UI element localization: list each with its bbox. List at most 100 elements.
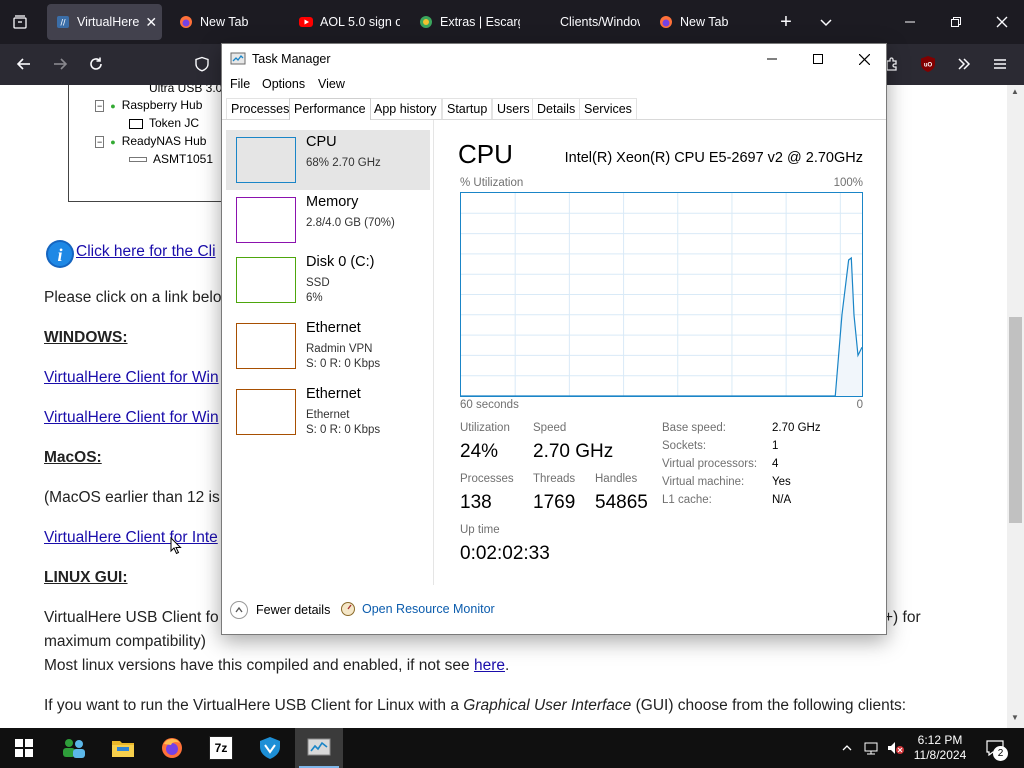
tab-users[interactable]: Users bbox=[492, 98, 535, 119]
tab-overview-icon[interactable] bbox=[8, 10, 32, 34]
sidebar-item-detail: 68% 2.70 GHz bbox=[306, 157, 381, 169]
linux-gui-heading: LINUX GUI: bbox=[44, 569, 128, 586]
clock-time: 6:12 PM bbox=[917, 733, 963, 747]
tab-performance[interactable]: Performance bbox=[289, 98, 371, 120]
uptime-label: Up time bbox=[460, 524, 500, 536]
back-arrow-icon[interactable] bbox=[12, 52, 36, 76]
scrollbar-thumb[interactable] bbox=[1009, 317, 1022, 523]
tree-item: Token JC bbox=[129, 116, 199, 130]
uptime-value: 0:02:02:33 bbox=[460, 543, 550, 564]
minimize-button[interactable] bbox=[749, 44, 795, 74]
ethernet-thumbnail bbox=[236, 323, 296, 369]
browser-tab[interactable]: Extras | Escarg bbox=[410, 4, 520, 40]
menu-view[interactable]: View bbox=[318, 77, 345, 91]
close-browser-button[interactable] bbox=[982, 0, 1022, 44]
browser-tab[interactable]: Clients/Windows · bbox=[530, 4, 640, 40]
task-manager-footer: Fewer details Open Resource Monitor bbox=[222, 596, 886, 634]
sidebar-item-detail: S: 0 R: 0 Kbps bbox=[306, 424, 381, 436]
panel-divider bbox=[433, 120, 434, 585]
shield-icon[interactable] bbox=[190, 52, 214, 76]
tree-item: Ultra USB 3.0 bbox=[149, 85, 223, 95]
processes-label: Processes bbox=[460, 473, 514, 485]
client-info-link[interactable]: Click here for the Cli bbox=[76, 243, 216, 261]
notification-count-badge: 2 bbox=[993, 746, 1008, 761]
browser-tab-label: VirtualHere bbox=[77, 15, 140, 29]
reload-icon[interactable] bbox=[84, 52, 108, 76]
browser-tab[interactable]: // VirtualHere ✕ bbox=[47, 4, 162, 40]
browser-tab[interactable]: New Tab bbox=[170, 4, 285, 40]
tray-overflow-chevron-icon[interactable] bbox=[838, 728, 856, 768]
speed-value: 2.70 GHz bbox=[533, 441, 614, 462]
people-icon[interactable] bbox=[50, 728, 98, 768]
tab-app-history[interactable]: App history bbox=[369, 98, 442, 119]
handles-value: 54865 bbox=[595, 492, 648, 513]
volume-muted-icon[interactable] bbox=[884, 728, 908, 768]
scroll-down-arrow-icon[interactable]: ▼ bbox=[1011, 713, 1019, 722]
restore-browser-button[interactable] bbox=[936, 0, 976, 44]
sidebar-item-detail: Radmin VPN bbox=[306, 343, 373, 355]
svg-text:i: i bbox=[57, 245, 62, 265]
close-button[interactable] bbox=[841, 44, 887, 74]
linux-text-line2: maximum compatibility) bbox=[44, 633, 206, 650]
macos-client-link[interactable]: VirtualHere Client for Inte bbox=[44, 529, 218, 547]
graph-x-left-label: 60 seconds bbox=[460, 399, 519, 411]
new-tab-plus-icon[interactable]: + bbox=[774, 10, 798, 34]
clock[interactable]: 6:12 PM 11/8/2024 bbox=[910, 728, 970, 768]
open-resource-monitor-link[interactable]: Open Resource Monitor bbox=[340, 601, 495, 617]
minimize-browser-button[interactable] bbox=[890, 0, 930, 44]
windows-client-link-2[interactable]: VirtualHere Client for Win bbox=[44, 409, 219, 427]
utilization-label: Utilization bbox=[460, 422, 510, 434]
7zip-icon[interactable]: 7z bbox=[197, 728, 245, 768]
browser-tab[interactable]: New Tab bbox=[650, 4, 755, 40]
tab-services[interactable]: Services bbox=[579, 98, 637, 119]
sidebar-item-name: Ethernet bbox=[306, 320, 361, 336]
firefox-taskbar-icon[interactable] bbox=[148, 728, 196, 768]
sidebar-item-detail: SSD bbox=[306, 277, 330, 289]
open-resource-monitor-label: Open Resource Monitor bbox=[362, 602, 495, 616]
linux-text-line1: VirtualHere USB Client fo bbox=[44, 609, 219, 626]
overflow-chevrons-icon[interactable] bbox=[952, 52, 976, 76]
menu-options[interactable]: Options bbox=[262, 77, 305, 91]
maximize-button[interactable] bbox=[795, 44, 841, 74]
windows-logo-icon bbox=[15, 739, 33, 757]
cpu-thumbnail bbox=[236, 137, 296, 183]
network-icon[interactable] bbox=[860, 728, 882, 768]
sidebar-item-detail: 2.8/4.0 GB (70%) bbox=[306, 217, 395, 229]
task-manager-taskbar-icon[interactable] bbox=[295, 728, 343, 768]
sidebar-item-disk[interactable]: Disk 0 (C:) SSD 6% bbox=[226, 250, 430, 310]
browser-tab[interactable]: AOL 5.0 sign o bbox=[290, 4, 400, 40]
tab-processes[interactable]: Processes bbox=[226, 98, 295, 119]
windows-client-link-1[interactable]: VirtualHere Client for Win bbox=[44, 369, 219, 387]
tab-list-chevron-icon[interactable] bbox=[814, 10, 838, 34]
sidebar-item-cpu[interactable]: CPU 68% 2.70 GHz bbox=[226, 130, 430, 190]
tree-item: − ● ReadyNAS Hub bbox=[95, 134, 207, 148]
close-tab-icon[interactable]: ✕ bbox=[145, 14, 157, 31]
sidebar-item-memory[interactable]: Memory 2.8/4.0 GB (70%) bbox=[226, 190, 430, 250]
ublock-icon[interactable]: uO bbox=[916, 52, 940, 76]
youtube-icon bbox=[298, 14, 314, 30]
tab-startup[interactable]: Startup bbox=[442, 98, 493, 119]
notification-center-icon[interactable]: 2 bbox=[980, 728, 1010, 768]
sidebar-item-ethernet[interactable]: Ethernet Ethernet S: 0 R: 0 Kbps bbox=[226, 382, 430, 442]
file-explorer-icon[interactable] bbox=[99, 728, 147, 768]
windows-taskbar: 7z 6:12 PM 11/8/2024 2 bbox=[0, 728, 1024, 768]
mouse-cursor-icon bbox=[170, 537, 182, 555]
browser-tab-label: New Tab bbox=[200, 15, 249, 29]
sidebar-item-detail: 6% bbox=[306, 292, 323, 304]
forward-arrow-icon[interactable] bbox=[48, 52, 72, 76]
here-link[interactable]: here bbox=[474, 657, 505, 674]
page-scrollbar[interactable]: ▲ ▼ bbox=[1007, 85, 1024, 728]
fewer-details-button[interactable]: Fewer details bbox=[230, 601, 330, 619]
sockets-label: Sockets: bbox=[662, 440, 707, 452]
menu-file[interactable]: File bbox=[230, 77, 250, 91]
scroll-up-arrow-icon[interactable]: ▲ bbox=[1011, 87, 1019, 96]
l1-cache-label: L1 cache: bbox=[662, 494, 712, 506]
radmin-vpn-icon[interactable] bbox=[246, 728, 294, 768]
hamburger-menu-icon[interactable] bbox=[988, 52, 1012, 76]
virtual-processors-value: 4 bbox=[772, 458, 779, 470]
threads-label: Threads bbox=[533, 473, 576, 485]
disk-thumbnail bbox=[236, 257, 296, 303]
tab-details[interactable]: Details bbox=[532, 98, 581, 119]
sidebar-item-ethernet-radmin[interactable]: Ethernet Radmin VPN S: 0 R: 0 Kbps bbox=[226, 316, 430, 376]
start-button[interactable] bbox=[0, 728, 48, 768]
